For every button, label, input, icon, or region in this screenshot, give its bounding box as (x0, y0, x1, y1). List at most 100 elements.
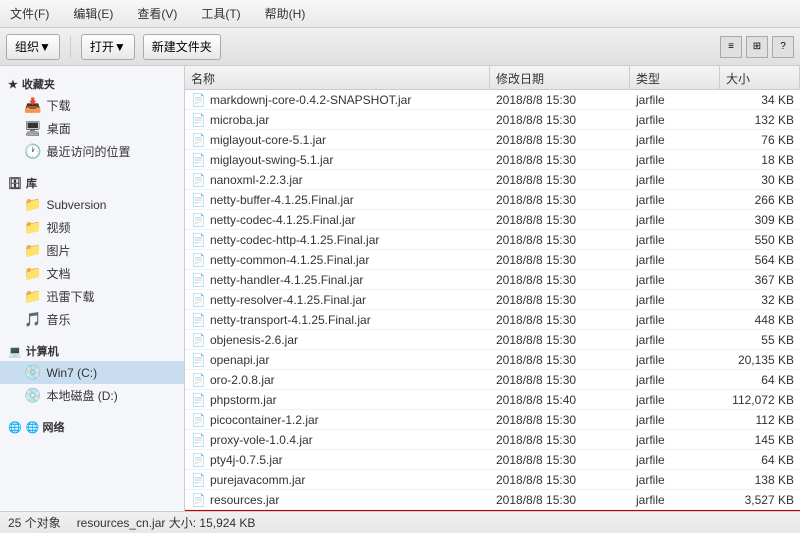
header-type[interactable]: 类型 (630, 66, 720, 91)
file-icon: 📄 (191, 293, 206, 307)
header-date[interactable]: 修改日期 (490, 66, 630, 91)
file-icon: 📄 (191, 113, 206, 127)
open-label: 打开▼ (90, 38, 126, 55)
file-size-cell: 550 KB (720, 231, 800, 249)
computer-icon: 💻 (8, 345, 22, 358)
file-size: 30 KB (761, 173, 794, 187)
file-type: jarfile (636, 413, 665, 427)
table-row[interactable]: 📄 netty-buffer-4.1.25.Final.jar 2018/8/8… (185, 190, 800, 210)
library-label: 库 (26, 175, 37, 191)
file-name-cell: 📄 markdownj-core-0.4.2-SNAPSHOT.jar (185, 91, 490, 109)
sidebar-item-recent[interactable]: 🕐 最近访问的位置 (0, 140, 184, 163)
file-type-cell: jarfile (630, 291, 720, 309)
file-name-cell: 📄 netty-common-4.1.25.Final.jar (185, 251, 490, 269)
status-item-count: 25 个对象 (8, 514, 61, 531)
menu-edit[interactable]: 编辑(E) (69, 3, 117, 24)
file-date: 2018/8/8 15:30 (496, 153, 576, 167)
network-section[interactable]: 🌐 🌐 网络 (0, 413, 184, 437)
sidebar-item-label: 迅雷下载 (46, 288, 94, 305)
menu-file[interactable]: 文件(F) (6, 3, 53, 24)
file-size-cell: 76 KB (720, 131, 800, 149)
menu-view[interactable]: 查看(V) (133, 3, 181, 24)
table-row[interactable]: 📄 pty4j-0.7.5.jar 2018/8/8 15:30 jarfile… (185, 450, 800, 470)
file-date-cell: 2018/8/8 15:30 (490, 251, 630, 269)
file-name-cell: 📄 picocontainer-1.2.jar (185, 411, 490, 429)
sidebar-item-label: 文档 (46, 265, 70, 282)
table-row[interactable]: 📄 objenesis-2.6.jar 2018/8/8 15:30 jarfi… (185, 330, 800, 350)
table-row[interactable]: 📄 purejavacomm.jar 2018/8/8 15:30 jarfil… (185, 470, 800, 490)
toolbar-separator-1 (70, 36, 71, 58)
view-toggle-button[interactable]: ≡ (720, 36, 742, 58)
table-row[interactable]: 📄 netty-codec-4.1.25.Final.jar 2018/8/8 … (185, 210, 800, 230)
sidebar-item-music[interactable]: 🎵 音乐 (0, 308, 184, 331)
menu-help[interactable]: 帮助(H) (261, 3, 310, 24)
new-folder-button[interactable]: 新建文件夹 (143, 34, 221, 60)
table-row[interactable]: 📄 netty-transport-4.1.25.Final.jar 2018/… (185, 310, 800, 330)
file-size-cell: 564 KB (720, 251, 800, 269)
toolbar: 组织▼ 打开▼ 新建文件夹 ≡ ⊞ ? (0, 28, 800, 66)
view-details-button[interactable]: ⊞ (746, 36, 768, 58)
sidebar-item-download[interactable]: 📥 下载 (0, 94, 184, 117)
sidebar-item-win7c[interactable]: 💿 Win7 (C:) (0, 361, 184, 384)
file-date-cell: 2018/8/8 15:30 (490, 351, 630, 369)
toolbar-right: ≡ ⊞ ? (720, 36, 794, 58)
open-button[interactable]: 打开▼ (81, 34, 135, 60)
file-date: 2018/8/8 15:30 (496, 413, 576, 427)
table-row[interactable]: 📄 miglayout-core-5.1.jar 2018/8/8 15:30 … (185, 130, 800, 150)
table-row[interactable]: 📄 resources.jar 2018/8/8 15:30 jarfile 3… (185, 490, 800, 510)
file-type-cell: jarfile (630, 431, 720, 449)
file-name: openapi.jar (210, 353, 269, 367)
sidebar-item-desktop[interactable]: 🖥 桌面 (0, 117, 184, 140)
file-type: jarfile (636, 313, 665, 327)
file-type-cell: jarfile (630, 371, 720, 389)
file-type-cell: jarfile (630, 211, 720, 229)
sidebar-item-thunder[interactable]: 📁 迅雷下载 (0, 285, 184, 308)
file-type: jarfile (636, 213, 665, 227)
table-row[interactable]: 📄 nanoxml-2.2.3.jar 2018/8/8 15:30 jarfi… (185, 170, 800, 190)
file-icon: 📄 (191, 413, 206, 427)
header-size[interactable]: 大小 (720, 66, 800, 91)
computer-section[interactable]: 💻 计算机 (0, 337, 184, 361)
menu-tools[interactable]: 工具(T) (197, 3, 244, 24)
file-type: jarfile (636, 393, 665, 407)
file-name-cell: 📄 netty-codec-4.1.25.Final.jar (185, 211, 490, 229)
organize-button[interactable]: 组织▼ (6, 34, 60, 60)
table-row[interactable]: 📄 netty-codec-http-4.1.25.Final.jar 2018… (185, 230, 800, 250)
file-name-cell: 📄 openapi.jar (185, 351, 490, 369)
table-row[interactable]: 📄 proxy-vole-1.0.4.jar 2018/8/8 15:30 ja… (185, 430, 800, 450)
file-icon: 📄 (191, 493, 206, 507)
file-name: oro-2.0.8.jar (210, 373, 275, 387)
folder-icon: 📁 (24, 265, 41, 282)
table-row[interactable]: 📄 markdownj-core-0.4.2-SNAPSHOT.jar 2018… (185, 90, 800, 110)
sidebar-item-local-d[interactable]: 💿 本地磁盘 (D:) (0, 384, 184, 407)
sidebar-item-video[interactable]: 📁 视频 (0, 216, 184, 239)
table-row[interactable]: 📄 oro-2.0.8.jar 2018/8/8 15:30 jarfile 6… (185, 370, 800, 390)
file-type-cell: jarfile (630, 231, 720, 249)
file-name: netty-resolver-4.1.25.Final.jar (210, 293, 366, 307)
file-date-cell: 2018/8/8 15:30 (490, 311, 630, 329)
file-date: 2018/8/8 15:30 (496, 333, 576, 347)
favorites-section[interactable]: ★ 收藏夹 (0, 70, 184, 94)
file-type-cell: jarfile (630, 311, 720, 329)
library-section[interactable]: 🗄 库 (0, 169, 184, 193)
table-row[interactable]: 📄 picocontainer-1.2.jar 2018/8/8 15:30 j… (185, 410, 800, 430)
file-icon: 📄 (191, 273, 206, 287)
sidebar-item-subversion[interactable]: 📁 Subversion (0, 193, 184, 216)
help-button[interactable]: ? (772, 36, 794, 58)
table-row[interactable]: 📄 miglayout-swing-5.1.jar 2018/8/8 15:30… (185, 150, 800, 170)
table-row[interactable]: 📄 netty-resolver-4.1.25.Final.jar 2018/8… (185, 290, 800, 310)
sidebar-item-documents[interactable]: 📁 文档 (0, 262, 184, 285)
file-date-cell: 2018/8/8 15:30 (490, 191, 630, 209)
header-name[interactable]: 名称 (185, 66, 490, 91)
file-date: 2018/8/8 15:30 (496, 473, 576, 487)
sidebar-item-pictures[interactable]: 📁 图片 (0, 239, 184, 262)
table-row[interactable]: 📄 netty-handler-4.1.25.Final.jar 2018/8/… (185, 270, 800, 290)
file-type-cell: jarfile (630, 171, 720, 189)
file-type: jarfile (636, 373, 665, 387)
file-type-cell: jarfile (630, 111, 720, 129)
table-row[interactable]: 📄 phpstorm.jar 2018/8/8 15:40 jarfile 11… (185, 390, 800, 410)
table-row[interactable]: 📄 netty-common-4.1.25.Final.jar 2018/8/8… (185, 250, 800, 270)
file-size-cell: 30 KB (720, 171, 800, 189)
table-row[interactable]: 📄 microba.jar 2018/8/8 15:30 jarfile 132… (185, 110, 800, 130)
table-row[interactable]: 📄 openapi.jar 2018/8/8 15:30 jarfile 20,… (185, 350, 800, 370)
